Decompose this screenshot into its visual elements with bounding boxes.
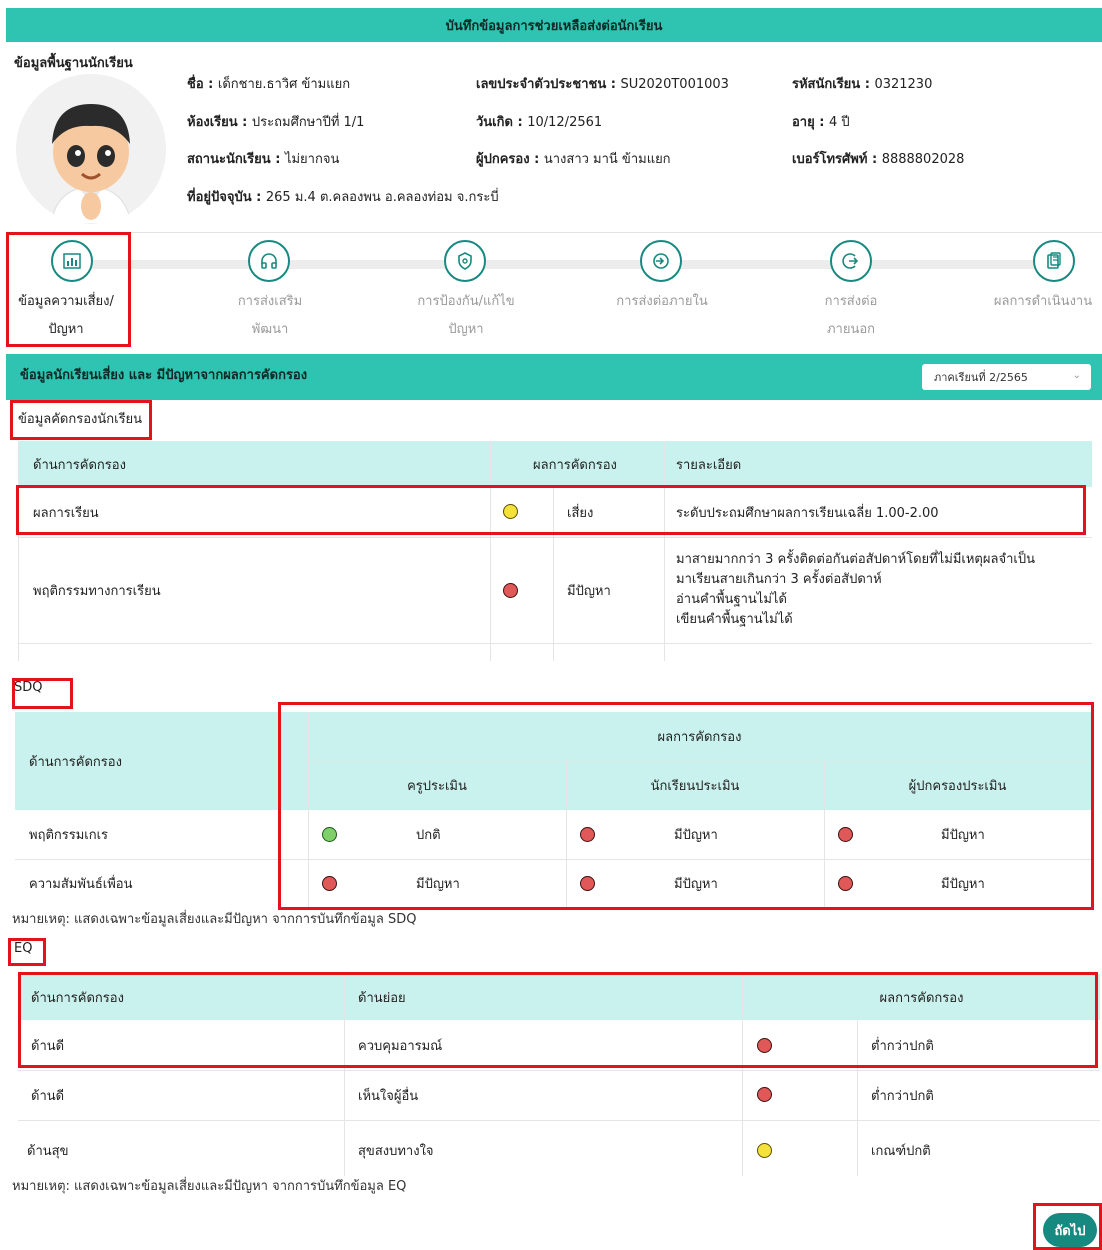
sdq-col-guardian: ผู้ปกครองประเมิน xyxy=(908,779,1007,794)
student-avatar-icon xyxy=(16,74,166,224)
sdq-row-result: มีปัญหา xyxy=(941,828,985,843)
eq-note: หมายเหตุ: แสดงเฉพาะข้อมูลเสี่ยงและมีปัญห… xyxy=(12,1179,407,1194)
table-row-result: มีปัญหา xyxy=(567,583,611,599)
student-citizen-id: เลขประจำตัวประชาชน : SU2020T001003 xyxy=(476,77,729,92)
eq-row-result: ต่ำกว่าปกติ xyxy=(871,1088,934,1104)
eq-row-result: ต่ำกว่าปกติ xyxy=(871,1038,934,1054)
student-section-title: ข้อมูลพื้นฐานนักเรียน xyxy=(14,56,133,71)
eq-row-sub: สุขสงบทางใจ xyxy=(358,1143,434,1159)
clipboard-icon xyxy=(1033,240,1075,282)
risk-band-title: ข้อมูลนักเรียนเสี่ยง และ มีปัญหาจากผลการ… xyxy=(20,368,308,383)
step-label: การส่งเสริม พัฒนา xyxy=(237,294,303,337)
avatar xyxy=(16,74,166,224)
sdq-row-result: มีปัญหา xyxy=(416,877,460,892)
col-result: ผลการคัดกรอง xyxy=(533,457,617,473)
yellow-face-icon xyxy=(757,1143,772,1162)
sdq-col-student: นักเรียนประเมิน xyxy=(650,779,740,794)
table-row-detail: มาสายมากกว่า 3 ครั้งติดต่อกันต่อสัปดาห์โ… xyxy=(676,552,1035,627)
table-row-result: เสี่ยง xyxy=(567,505,594,521)
chevron-down-icon: ⌄ xyxy=(1072,370,1081,381)
page-title: บันทึกข้อมูลการช่วยเหลือส่งต่อนักเรียน xyxy=(445,18,663,34)
sdq-row-result: มีปัญหา xyxy=(674,828,718,843)
student-classroom: ห้องเรียน : ประถมศึกษาปีที่ 1/1 xyxy=(187,115,365,130)
red-face-icon xyxy=(757,1087,772,1106)
step-prevention[interactable]: การป้องกัน/แก้ไข ปัญหา xyxy=(386,240,546,344)
table-row-aspect: ผลการเรียน xyxy=(33,505,99,521)
eq-title: EQ xyxy=(14,941,33,956)
headphones-icon xyxy=(248,240,290,282)
sdq-row-aspect: พฤติกรรมเกเร xyxy=(29,828,109,843)
step-promotion[interactable]: การส่งเสริม พัฒนา xyxy=(200,240,340,344)
divider xyxy=(6,232,1102,233)
eq-row-result: เกณฑ์ปกติ xyxy=(871,1143,931,1159)
step-internal-referral[interactable]: การส่งต่อภายใน xyxy=(584,240,740,316)
green-face-icon xyxy=(322,827,337,846)
red-face-icon xyxy=(580,827,595,846)
step-results[interactable]: ผลการดำเนินงาน xyxy=(984,240,1102,316)
sdq-col-result: ผลการคัดกรอง xyxy=(657,730,742,745)
col-detail: รายละเอียด xyxy=(676,457,742,473)
yellow-face-icon xyxy=(503,504,518,523)
red-face-icon xyxy=(838,876,853,895)
student-status: สถานะนักเรียน : ไม่ยากจน xyxy=(187,152,340,167)
sdq-row-result: ปกติ xyxy=(416,828,441,843)
sdq-note: หมายเหตุ: แสดงเฉพาะข้อมูลเสี่ยงและมีปัญห… xyxy=(12,912,417,927)
eq-row-sub: ควบคุมอารมณ์ xyxy=(358,1038,443,1054)
eq-row-sub: เห็นใจผู้อื่น xyxy=(358,1088,419,1104)
step-external-referral[interactable]: การส่งต่อ ภายนอก xyxy=(786,240,916,344)
shield-icon xyxy=(444,240,486,282)
eq-row-aspect: ด้านดี xyxy=(31,1088,65,1104)
student-id: รหัสนักเรียน : 0321230 xyxy=(792,77,933,92)
student-guardian: ผู้ปกครอง : นางสาว มานี ข้ามแยก xyxy=(476,152,671,167)
student-phone: เบอร์โทรศัพท์ : 8888802028 xyxy=(792,152,965,167)
step-label: การส่งต่อ ภายนอก xyxy=(824,294,878,337)
login-icon xyxy=(640,240,682,282)
table-row-detail: ระดับประถมศึกษาผลการเรียนเฉลี่ย 1.00-2.0… xyxy=(676,505,939,521)
step-risk[interactable]: ข้อมูลความเสี่ยง/ปัญหา xyxy=(6,240,126,344)
red-face-icon xyxy=(580,876,595,895)
sdq-col-teacher: ครูประเมิน xyxy=(407,779,467,794)
step-label: การส่งต่อภายใน xyxy=(616,294,708,309)
student-age: อายุ : 4 ปี xyxy=(792,115,850,130)
step-label: การป้องกัน/แก้ไข ปัญหา xyxy=(417,294,515,337)
table-row-aspect: พฤติกรรมทางการเรียน xyxy=(33,583,161,599)
semester-value: ภาคเรียนที่ 2/2565 xyxy=(934,371,1028,384)
eq-col-aspect: ด้านการคัดกรอง xyxy=(31,990,124,1006)
sdq-title: SDQ xyxy=(14,680,43,695)
red-face-icon xyxy=(322,876,337,895)
red-face-icon xyxy=(838,827,853,846)
eq-row-aspect: ด้านสุข xyxy=(27,1143,69,1159)
sdq-row-aspect: ความสัมพันธ์เพื่อน xyxy=(29,877,133,892)
page-header: บันทึกข้อมูลการช่วยเหลือส่งต่อนักเรียน xyxy=(6,8,1102,42)
eq-col-sub: ด้านย่อย xyxy=(358,990,406,1006)
red-face-icon xyxy=(757,1038,772,1057)
col-aspect: ด้านการคัดกรอง xyxy=(33,457,126,473)
chart-icon xyxy=(51,240,93,282)
student-birthdate: วันเกิด : 10/12/2561 xyxy=(476,115,603,130)
student-name: ชื่อ : เด็กชาย.ธาวิศ ข้ามแยก xyxy=(187,77,351,92)
sdq-row-result: มีปัญหา xyxy=(941,877,985,892)
student-address: ที่อยู่ปัจจุบัน : 265 ม.4 ต.คลองพน อ.คลอ… xyxy=(187,190,499,205)
next-button[interactable]: ถัดไป xyxy=(1043,1213,1097,1247)
red-face-icon xyxy=(503,583,518,602)
logout-icon xyxy=(830,240,872,282)
semester-select[interactable]: ภาคเรียนที่ 2/2565 ⌄ xyxy=(922,364,1091,390)
sdq-row-result: มีปัญหา xyxy=(674,877,718,892)
eq-row-aspect: ด้านดี xyxy=(31,1038,65,1054)
step-label: ผลการดำเนินงาน xyxy=(993,294,1093,309)
step-label: ข้อมูลความเสี่ยง/ปัญหา xyxy=(18,294,114,337)
sdq-col-aspect: ด้านการคัดกรอง xyxy=(29,754,122,770)
screening-title: ข้อมูลคัดกรองนักเรียน xyxy=(18,412,143,427)
eq-col-result: ผลการคัดกรอง xyxy=(879,990,964,1006)
